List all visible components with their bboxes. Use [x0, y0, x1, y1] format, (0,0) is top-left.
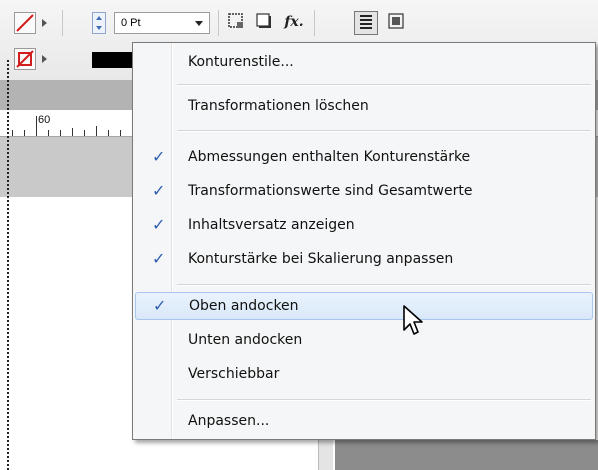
menu-item-label: Anpassen... [188, 413, 270, 429]
menu-separator [177, 130, 591, 132]
ruler-minor-tick [48, 130, 49, 136]
menu-item-clear-transformations[interactable]: Transformationen löschen [135, 93, 593, 121]
menu-separator [177, 284, 591, 286]
toolbar-divider [62, 10, 63, 36]
ruler-minor-tick [120, 130, 121, 136]
drop-shadow-icon[interactable] [252, 11, 276, 35]
page-margin-guide [7, 60, 10, 470]
menu-item-dock-at-top[interactable]: ✓ Oben andocken [135, 292, 593, 320]
fill-none-swatch[interactable] [14, 12, 36, 34]
toolbar-divider [314, 10, 315, 36]
ruler-minor-tick [96, 126, 97, 136]
ruler-minor-tick [72, 128, 73, 136]
ruler-minor-tick [108, 130, 109, 136]
effects-fx-icon[interactable]: fx. [282, 11, 306, 35]
stroke-weight-field[interactable]: 0 Pt [114, 12, 210, 34]
ruler-minor-tick [60, 130, 61, 136]
toolbar-divider [218, 10, 219, 36]
menu-separator [177, 84, 591, 86]
mouse-pointer-icon [403, 305, 423, 335]
scrollbar[interactable] [318, 440, 333, 470]
chevron-down-icon[interactable] [195, 21, 203, 26]
menu-item-label: Konturstärke bei Skalierung anpassen [188, 251, 454, 267]
menu-item-dock-at-bottom[interactable]: Unten andocken [135, 327, 593, 355]
menu-item-show-content-offset[interactable]: ✓ Inhaltsversatz anzeigen [135, 212, 593, 240]
menu-item-dimensions-include-stroke[interactable]: ✓ Abmessungen enthalten Konturenstärke [135, 144, 593, 172]
check-icon: ✓ [153, 296, 167, 315]
menu-item-label: Oben andocken [189, 298, 299, 314]
frame-fitting-icon[interactable] [224, 11, 248, 35]
menu-item-label: Konturenstile... [188, 54, 294, 70]
menu-item-label: Transformationen löschen [188, 98, 369, 114]
menu-item-adjust-stroke-when-scaling[interactable]: ✓ Konturstärke bei Skalierung anpassen [135, 246, 593, 274]
ruler-minor-tick [12, 130, 13, 136]
stroke-weight-stepper[interactable] [92, 12, 106, 34]
menu-item-floating[interactable]: Verschiebbar [135, 361, 593, 389]
menu-item-stroke-styles[interactable]: Konturenstile... [135, 49, 593, 77]
ruler-minor-tick [24, 130, 25, 136]
stroke-menu-arrow-icon[interactable] [42, 55, 47, 63]
ruler-minor-tick [84, 130, 85, 136]
ruler-marker-label: 60 [38, 114, 51, 126]
fx-label: fx. [284, 14, 304, 30]
menu-separator [177, 399, 591, 401]
check-icon: ✓ [152, 249, 166, 268]
menu-item-label: Transformationswerte sind Gesamtwerte [188, 183, 473, 199]
menu-item-transformations-are-totals[interactable]: ✓ Transformationswerte sind Gesamtwerte [135, 178, 593, 206]
app-window: 0 Pt fx. 60 Konturenstile... Transformat… [0, 0, 598, 470]
menu-item-label: Abmessungen enthalten Konturenstärke [188, 149, 471, 165]
check-icon: ✓ [152, 215, 166, 234]
no-fill-icon [16, 14, 34, 32]
menu-item-label: Unten andocken [188, 332, 303, 348]
fill-menu-arrow-icon[interactable] [42, 19, 47, 27]
stroke-weight-value: 0 Pt [121, 17, 141, 29]
no-stroke-icon [16, 50, 34, 68]
align-object-icon[interactable] [384, 11, 408, 35]
check-icon: ✓ [152, 147, 166, 166]
menu-item-label: Inhaltsversatz anzeigen [188, 217, 355, 233]
control-panel-options-menu: Konturenstile... Transformationen lösche… [132, 42, 596, 440]
text-wrap-icon[interactable] [354, 11, 378, 35]
check-icon: ✓ [152, 181, 166, 200]
stroke-none-swatch[interactable] [14, 48, 36, 70]
menu-item-label: Verschiebbar [188, 366, 280, 382]
ruler-major-tick [36, 116, 37, 136]
side-panel [335, 440, 598, 470]
menu-item-customize[interactable]: Anpassen... [135, 408, 593, 436]
